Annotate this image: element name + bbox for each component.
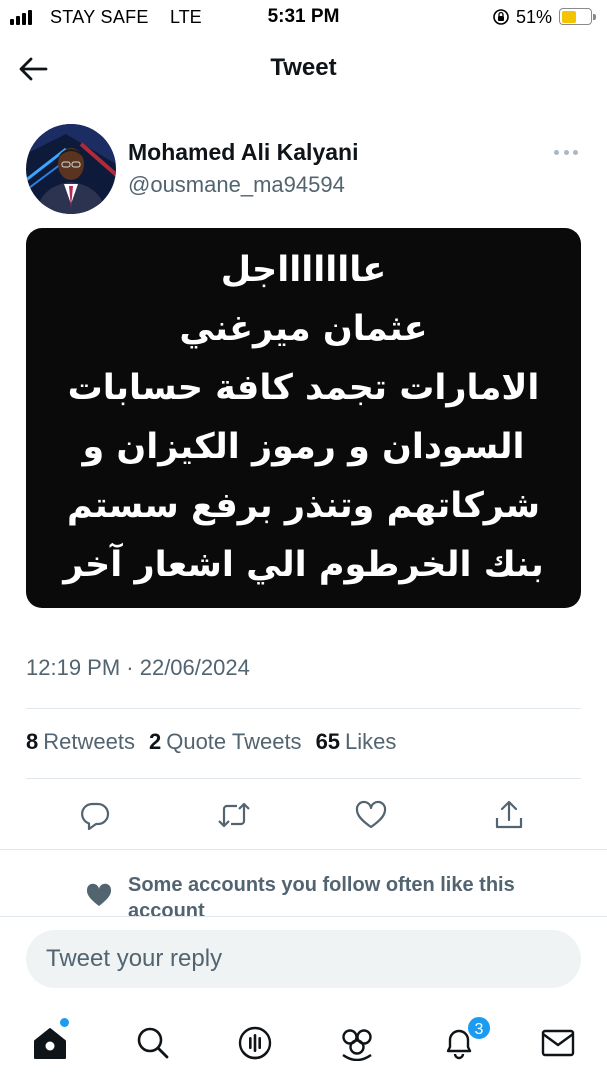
retweets-count: 8	[26, 729, 39, 754]
media-text-line: السودان و رموز الكيزان و	[82, 427, 525, 467]
tweet-actions	[0, 795, 607, 839]
home-icon	[34, 1028, 66, 1059]
reply-input[interactable]	[26, 930, 581, 988]
communities-icon	[342, 1029, 372, 1061]
battery-icon	[559, 8, 596, 25]
retweets-label: Retweets	[43, 729, 135, 754]
tab-communities[interactable]	[335, 1021, 379, 1065]
like-icon	[355, 800, 387, 829]
divider	[26, 708, 581, 709]
author-handle[interactable]: @ousmane_ma94594	[128, 172, 345, 198]
quote-tweets-stat[interactable]: 2 Quote Tweets	[149, 729, 302, 755]
retweet-button[interactable]	[214, 795, 254, 835]
retweet-icon	[218, 802, 250, 828]
header: Tweet	[0, 34, 607, 106]
tab-home[interactable]	[28, 1021, 72, 1065]
more-dot-icon	[554, 149, 559, 155]
home-new-dot	[60, 1018, 69, 1027]
author-name[interactable]: Mohamed Ali Kalyani	[128, 139, 358, 166]
like-button[interactable]	[351, 795, 391, 835]
quote-tweets-count: 2	[148, 729, 162, 754]
social-context-text: Some accounts you follow often like this…	[128, 874, 515, 916]
tab-messages[interactable]	[536, 1021, 580, 1065]
notifications-badge: 3	[466, 1015, 492, 1041]
messages-icon	[541, 1029, 575, 1057]
quote-tweets-label: Quote Tweets	[166, 729, 302, 754]
media-text-line: الامارات تجمد كافة حسابات	[67, 368, 540, 408]
status-bar: STAY SAFE LTE 5:31 PM 51%	[0, 0, 607, 34]
page-title: Tweet	[270, 54, 337, 81]
media-text-line: عثمان ميرغني	[179, 309, 428, 349]
share-button[interactable]	[489, 795, 529, 835]
reply-button[interactable]	[75, 795, 115, 835]
likes-label: Likes	[345, 729, 397, 754]
more-dot-icon	[563, 149, 569, 155]
tab-spaces[interactable]	[233, 1021, 277, 1065]
reply-icon	[81, 802, 110, 831]
bottom-tab-bar: 3	[0, 1003, 607, 1080]
spaces-icon	[238, 1026, 272, 1060]
more-dot-icon	[573, 149, 578, 155]
likes-count: 65	[315, 729, 341, 754]
tweet-stats: 8 Retweets 2 Quote Tweets 65 Likes	[26, 729, 396, 755]
avatar-image	[26, 124, 116, 214]
heart-icon	[86, 883, 112, 906]
avatar[interactable]	[26, 124, 116, 214]
tab-search[interactable]	[131, 1021, 175, 1065]
share-icon	[495, 800, 523, 829]
media-text-line: شركاتهم وتنذر برفع سستم	[67, 486, 540, 526]
battery-percent: 51%	[516, 7, 553, 27]
likes-stat[interactable]: 65 Likes	[316, 729, 397, 755]
retweets-stat[interactable]: 8 Retweets	[26, 729, 135, 755]
tweet-media[interactable]: عاااااااجل عثمان ميرغني الامارات تجمد كا…	[26, 228, 581, 608]
divider	[26, 778, 581, 779]
orientation-lock-icon	[493, 9, 509, 25]
media-text-line: عاااااااجل	[220, 250, 387, 290]
reply-bar	[0, 917, 607, 1003]
search-icon	[137, 1027, 169, 1059]
media-text-line: بنك الخرطوم الي اشعار آخر	[63, 545, 544, 585]
tweet-timestamp[interactable]: 12:19 PM · 22/06/2024	[26, 655, 250, 681]
more-options-button[interactable]	[552, 144, 580, 160]
social-context[interactable]: Some accounts you follow often like this…	[0, 850, 607, 916]
